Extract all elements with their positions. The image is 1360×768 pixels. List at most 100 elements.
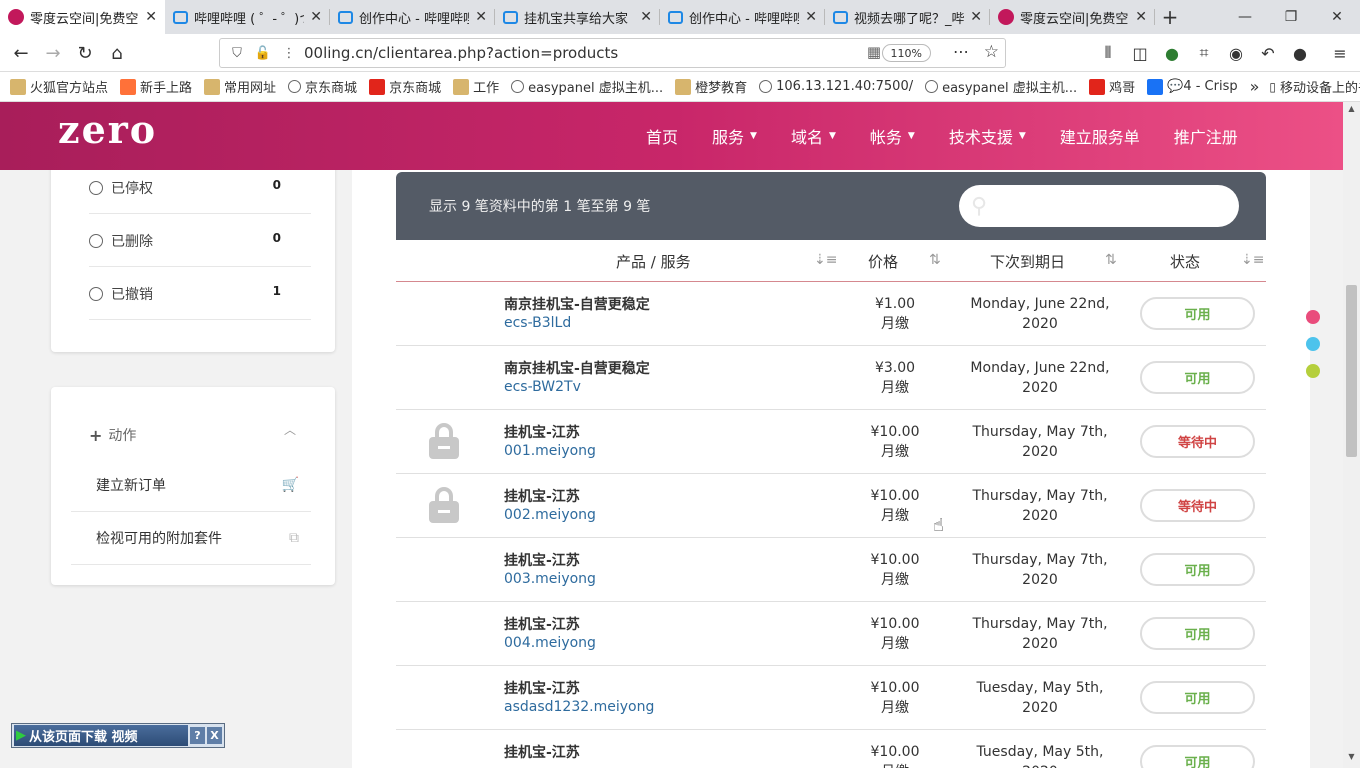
- status-badge[interactable]: 可用: [1140, 681, 1255, 714]
- tab-close-icon[interactable]: ✕: [640, 9, 652, 25]
- back-button[interactable]: ←: [6, 38, 36, 68]
- product-domain-link[interactable]: 001.meiyong: [504, 443, 596, 459]
- status-filter-item[interactable]: 已撤销 1: [89, 268, 311, 320]
- nav-item[interactable]: 域名 ▼: [791, 124, 836, 148]
- action-item[interactable]: 建立新订单 🛒: [71, 459, 311, 512]
- product-domain-link[interactable]: 004.meiyong: [504, 635, 596, 651]
- tab-close-icon[interactable]: ✕: [1135, 9, 1147, 25]
- page-actions-icon[interactable]: ⋯: [953, 42, 969, 61]
- bookmark-item[interactable]: easypanel 虚拟主机...: [925, 77, 1077, 96]
- table-row[interactable]: 挂机宝-江苏 004.meiyong ¥10.00 月缴 Thursday, May 7…: [396, 602, 1266, 666]
- sort-both-icon[interactable]: ⇅: [1105, 252, 1117, 268]
- nav-item[interactable]: 首页: [646, 124, 678, 148]
- theme-dot-green[interactable]: [1306, 364, 1320, 378]
- new-tab-button[interactable]: +: [1155, 0, 1185, 34]
- radio-icon[interactable]: [89, 180, 103, 195]
- tab-close-icon[interactable]: ✕: [805, 9, 817, 25]
- action-item[interactable]: 检视可用的附加套件 ⧉: [71, 512, 311, 565]
- status-badge[interactable]: 等待中: [1140, 489, 1255, 522]
- sort-desc-icon[interactable]: ⇣≡: [814, 252, 837, 268]
- status-filter-item[interactable]: 已删除 0: [89, 215, 311, 267]
- tab-close-icon[interactable]: ✕: [970, 9, 982, 25]
- nav-item[interactable]: 技术支援 ▼: [949, 124, 1026, 148]
- account-extension-icon[interactable]: ●: [1290, 43, 1310, 63]
- browser-tab[interactable]: 挂机宝共享给大家 ✕: [495, 0, 660, 34]
- radio-icon[interactable]: [89, 233, 103, 248]
- browser-tab[interactable]: 创作中心 - 哔哩哔哩 ✕: [660, 0, 825, 34]
- tab-close-icon[interactable]: ✕: [145, 9, 157, 25]
- bookmark-item[interactable]: 常用网址: [204, 77, 276, 96]
- table-row[interactable]: 挂机宝-江苏 001.meiyong ¥10.00 月缴 Thursday, May 7…: [396, 410, 1266, 474]
- sort-both-icon[interactable]: ⇅: [929, 252, 941, 268]
- page-scrollbar[interactable]: ▲ ▼: [1343, 102, 1360, 768]
- product-domain-link[interactable]: ecs-B3lLd: [504, 315, 571, 331]
- restore-window-icon[interactable]: ❐: [1268, 0, 1314, 34]
- url-bar[interactable]: ⛉ 🔓 ⋮ 00ling.cn/clientarea.php?action=pr…: [219, 38, 1006, 68]
- extension-green-icon[interactable]: ●: [1162, 43, 1182, 63]
- sidebar-icon[interactable]: ◫: [1130, 43, 1150, 63]
- undo-extension-icon[interactable]: ↶: [1258, 43, 1278, 63]
- chat-extension-icon[interactable]: ◉: [1226, 43, 1246, 63]
- product-domain-link[interactable]: 002.meiyong: [504, 507, 596, 523]
- bookmark-item[interactable]: 工作: [453, 77, 499, 96]
- help-button[interactable]: ?: [190, 727, 205, 744]
- nav-item[interactable]: 帐务 ▼: [870, 124, 915, 148]
- bookmark-item[interactable]: 106.13.121.40:7500/: [759, 79, 913, 94]
- more-bookmarks-button[interactable]: »: [1250, 77, 1260, 96]
- column-product[interactable]: 产品 / 服务: [616, 240, 691, 282]
- zoom-level[interactable]: 110%: [881, 44, 931, 62]
- nav-item[interactable]: 建立服务单: [1060, 124, 1140, 148]
- theme-dot-blue[interactable]: [1306, 337, 1320, 351]
- scroll-thumb[interactable]: [1346, 285, 1357, 457]
- bookmark-star-icon[interactable]: ☆: [984, 42, 999, 62]
- table-row[interactable]: 挂机宝-江苏 ¥10.00 月缴 Tuesday, May 5th, 2020 可用: [396, 730, 1266, 768]
- scroll-up-arrow[interactable]: ▲: [1343, 104, 1360, 118]
- sort-desc-icon[interactable]: ⇣≡: [1241, 252, 1264, 268]
- table-row[interactable]: 挂机宝-江苏 003.meiyong ¥10.00 月缴 Thursday, May 7…: [396, 538, 1266, 602]
- product-domain-link[interactable]: asdasd1232.meiyong: [504, 699, 654, 715]
- browser-tab[interactable]: 视频去哪了呢？_哔 ✕: [825, 0, 990, 34]
- column-status[interactable]: 状态: [1170, 240, 1200, 282]
- browser-tab[interactable]: 创作中心 - 哔哩哔哩 ✕: [330, 0, 495, 34]
- radio-icon[interactable]: [89, 286, 103, 301]
- menu-icon[interactable]: ≡: [1330, 43, 1350, 63]
- qr-code-icon[interactable]: ▦: [867, 43, 881, 61]
- bookmark-item[interactable]: 新手上路: [120, 77, 192, 96]
- table-search-input[interactable]: ⚲: [959, 185, 1239, 227]
- bookmark-item[interactable]: 火狐官方站点: [10, 77, 108, 96]
- status-badge[interactable]: 可用: [1140, 553, 1255, 586]
- chevron-up-icon[interactable]: ︿: [284, 421, 296, 438]
- table-row[interactable]: 挂机宝-江苏 002.meiyong ¥10.00 月缴 Thursday, May 7…: [396, 474, 1266, 538]
- screenshot-icon[interactable]: ⌗: [1194, 43, 1214, 63]
- product-domain-link[interactable]: ecs-BW2Tv: [504, 379, 581, 395]
- product-domain-link[interactable]: 003.meiyong: [504, 571, 596, 587]
- close-button[interactable]: X: [207, 727, 222, 744]
- browser-tab[interactable]: 零度云空间|免费空间 ✕: [990, 0, 1155, 34]
- actions-heading[interactable]: + 动作: [89, 425, 136, 445]
- column-price[interactable]: 价格: [868, 240, 898, 282]
- theme-dot-pink[interactable]: [1306, 310, 1320, 324]
- table-row[interactable]: 挂机宝-江苏 asdasd1232.meiyong ¥10.00 月缴 Tuesday,…: [396, 666, 1266, 730]
- home-button[interactable]: ⌂: [102, 38, 132, 68]
- library-icon[interactable]: ⫴: [1098, 43, 1118, 63]
- table-row[interactable]: 南京挂机宝-自营更稳定 ecs-BW2Tv ¥3.00 月缴 Monday, June …: [396, 346, 1266, 410]
- status-badge[interactable]: 等待中: [1140, 425, 1255, 458]
- nav-item[interactable]: 服务 ▼: [712, 124, 757, 148]
- site-logo[interactable]: zero: [58, 107, 157, 152]
- reload-button[interactable]: ↻: [70, 38, 100, 68]
- mobile-bookmarks[interactable]: ▯移动设备上的书签: [1269, 77, 1360, 97]
- bookmark-item[interactable]: 京东商城: [369, 77, 441, 96]
- status-badge[interactable]: 可用: [1140, 297, 1255, 330]
- bookmark-item[interactable]: 💬4 - Crisp: [1147, 78, 1238, 95]
- status-badge[interactable]: 可用: [1140, 745, 1255, 768]
- bookmark-item[interactable]: 京东商城: [288, 77, 357, 96]
- site-settings-icon[interactable]: ⋮: [280, 44, 298, 62]
- nav-item[interactable]: 推广注册: [1174, 124, 1238, 148]
- status-badge[interactable]: 可用: [1140, 361, 1255, 394]
- browser-tab[interactable]: 哔哩哔哩 ( ゜- ゜)つロ ✕: [165, 0, 330, 34]
- browser-tab[interactable]: 零度云空间|免费空间 ✕: [0, 0, 165, 34]
- bookmark-item[interactable]: easypanel 虚拟主机...: [511, 77, 663, 96]
- tab-close-icon[interactable]: ✕: [475, 9, 487, 25]
- status-filter-item[interactable]: 已停权 0: [89, 170, 311, 214]
- download-video-button[interactable]: ▶ 从该页面下载 视频: [14, 725, 188, 746]
